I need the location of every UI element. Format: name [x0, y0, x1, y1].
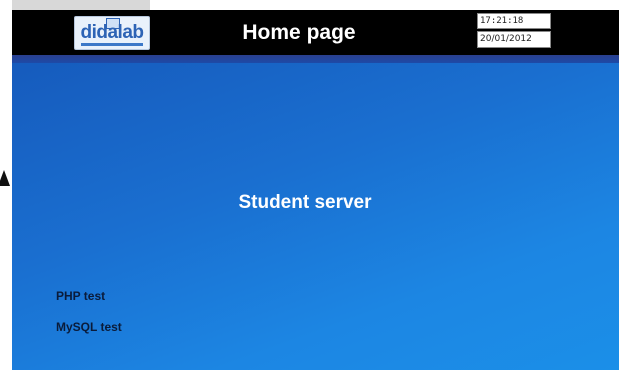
logo-strip: [81, 43, 143, 46]
didalab-logo[interactable]: didalab: [74, 16, 150, 50]
server-title: Student server: [238, 192, 372, 213]
mysql-test-link[interactable]: MySQL test: [56, 320, 122, 334]
hmi-screen: didalab Home page 17:21:18 20/01/2012 St…: [12, 10, 619, 370]
header-divider: [12, 55, 619, 63]
php-test-link[interactable]: PHP test: [56, 289, 105, 303]
header-bar: didalab Home page 17:21:18 20/01/2012: [12, 10, 619, 55]
time-display: 17:21:18: [477, 13, 551, 29]
page-title: Home page: [242, 21, 356, 44]
mouse-pointer-icon: [0, 170, 10, 186]
date-display: 20/01/2012: [477, 31, 551, 48]
logo-text: didalab: [80, 22, 144, 43]
